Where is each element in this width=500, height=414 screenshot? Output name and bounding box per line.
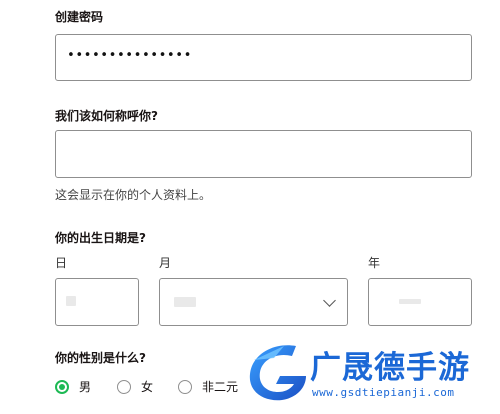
- password-value: •••••••••••••••: [67, 48, 192, 63]
- radio-nonbinary[interactable]: [178, 379, 192, 394]
- password-input[interactable]: •••••••••••••••: [55, 34, 472, 81]
- day-label: 日: [55, 256, 68, 270]
- name-input[interactable]: [55, 130, 472, 178]
- day-placeholder-blur: [66, 296, 76, 306]
- year-label: 年: [368, 256, 381, 270]
- gender-option-nonbinary[interactable]: 非二元: [178, 378, 240, 395]
- gender-option-female[interactable]: 女: [117, 378, 153, 395]
- radio-female[interactable]: [117, 379, 131, 394]
- month-placeholder-blur: [174, 297, 196, 307]
- watermark: 广晟德手游 www.gsdtiepianji.com: [238, 336, 500, 414]
- gender-option-label: 女: [141, 380, 154, 394]
- birthday-label: 你的出生日期是?: [55, 231, 146, 245]
- year-input[interactable]: [368, 278, 472, 326]
- day-input[interactable]: [55, 278, 139, 326]
- stylized-g-logo-icon: [249, 345, 306, 401]
- watermark-url: www.gsdtiepianji.com: [312, 386, 455, 399]
- gender-option-male[interactable]: 男: [55, 378, 91, 395]
- radio-male[interactable]: [55, 379, 69, 394]
- month-select[interactable]: [159, 278, 348, 326]
- gender-option-label: 男: [79, 380, 92, 394]
- year-placeholder-blur: [399, 299, 421, 304]
- chevron-down-icon: [323, 294, 336, 307]
- name-hint: 这会显示在你的个人资料上。: [55, 188, 212, 202]
- month-label: 月: [159, 256, 172, 270]
- password-label: 创建密码: [55, 10, 104, 24]
- name-label: 我们该如何称呼你?: [55, 109, 158, 123]
- gender-option-label: 非二元: [202, 380, 239, 394]
- gender-label: 你的性别是什么?: [55, 351, 146, 365]
- watermark-title: 广晟德手游: [310, 350, 470, 386]
